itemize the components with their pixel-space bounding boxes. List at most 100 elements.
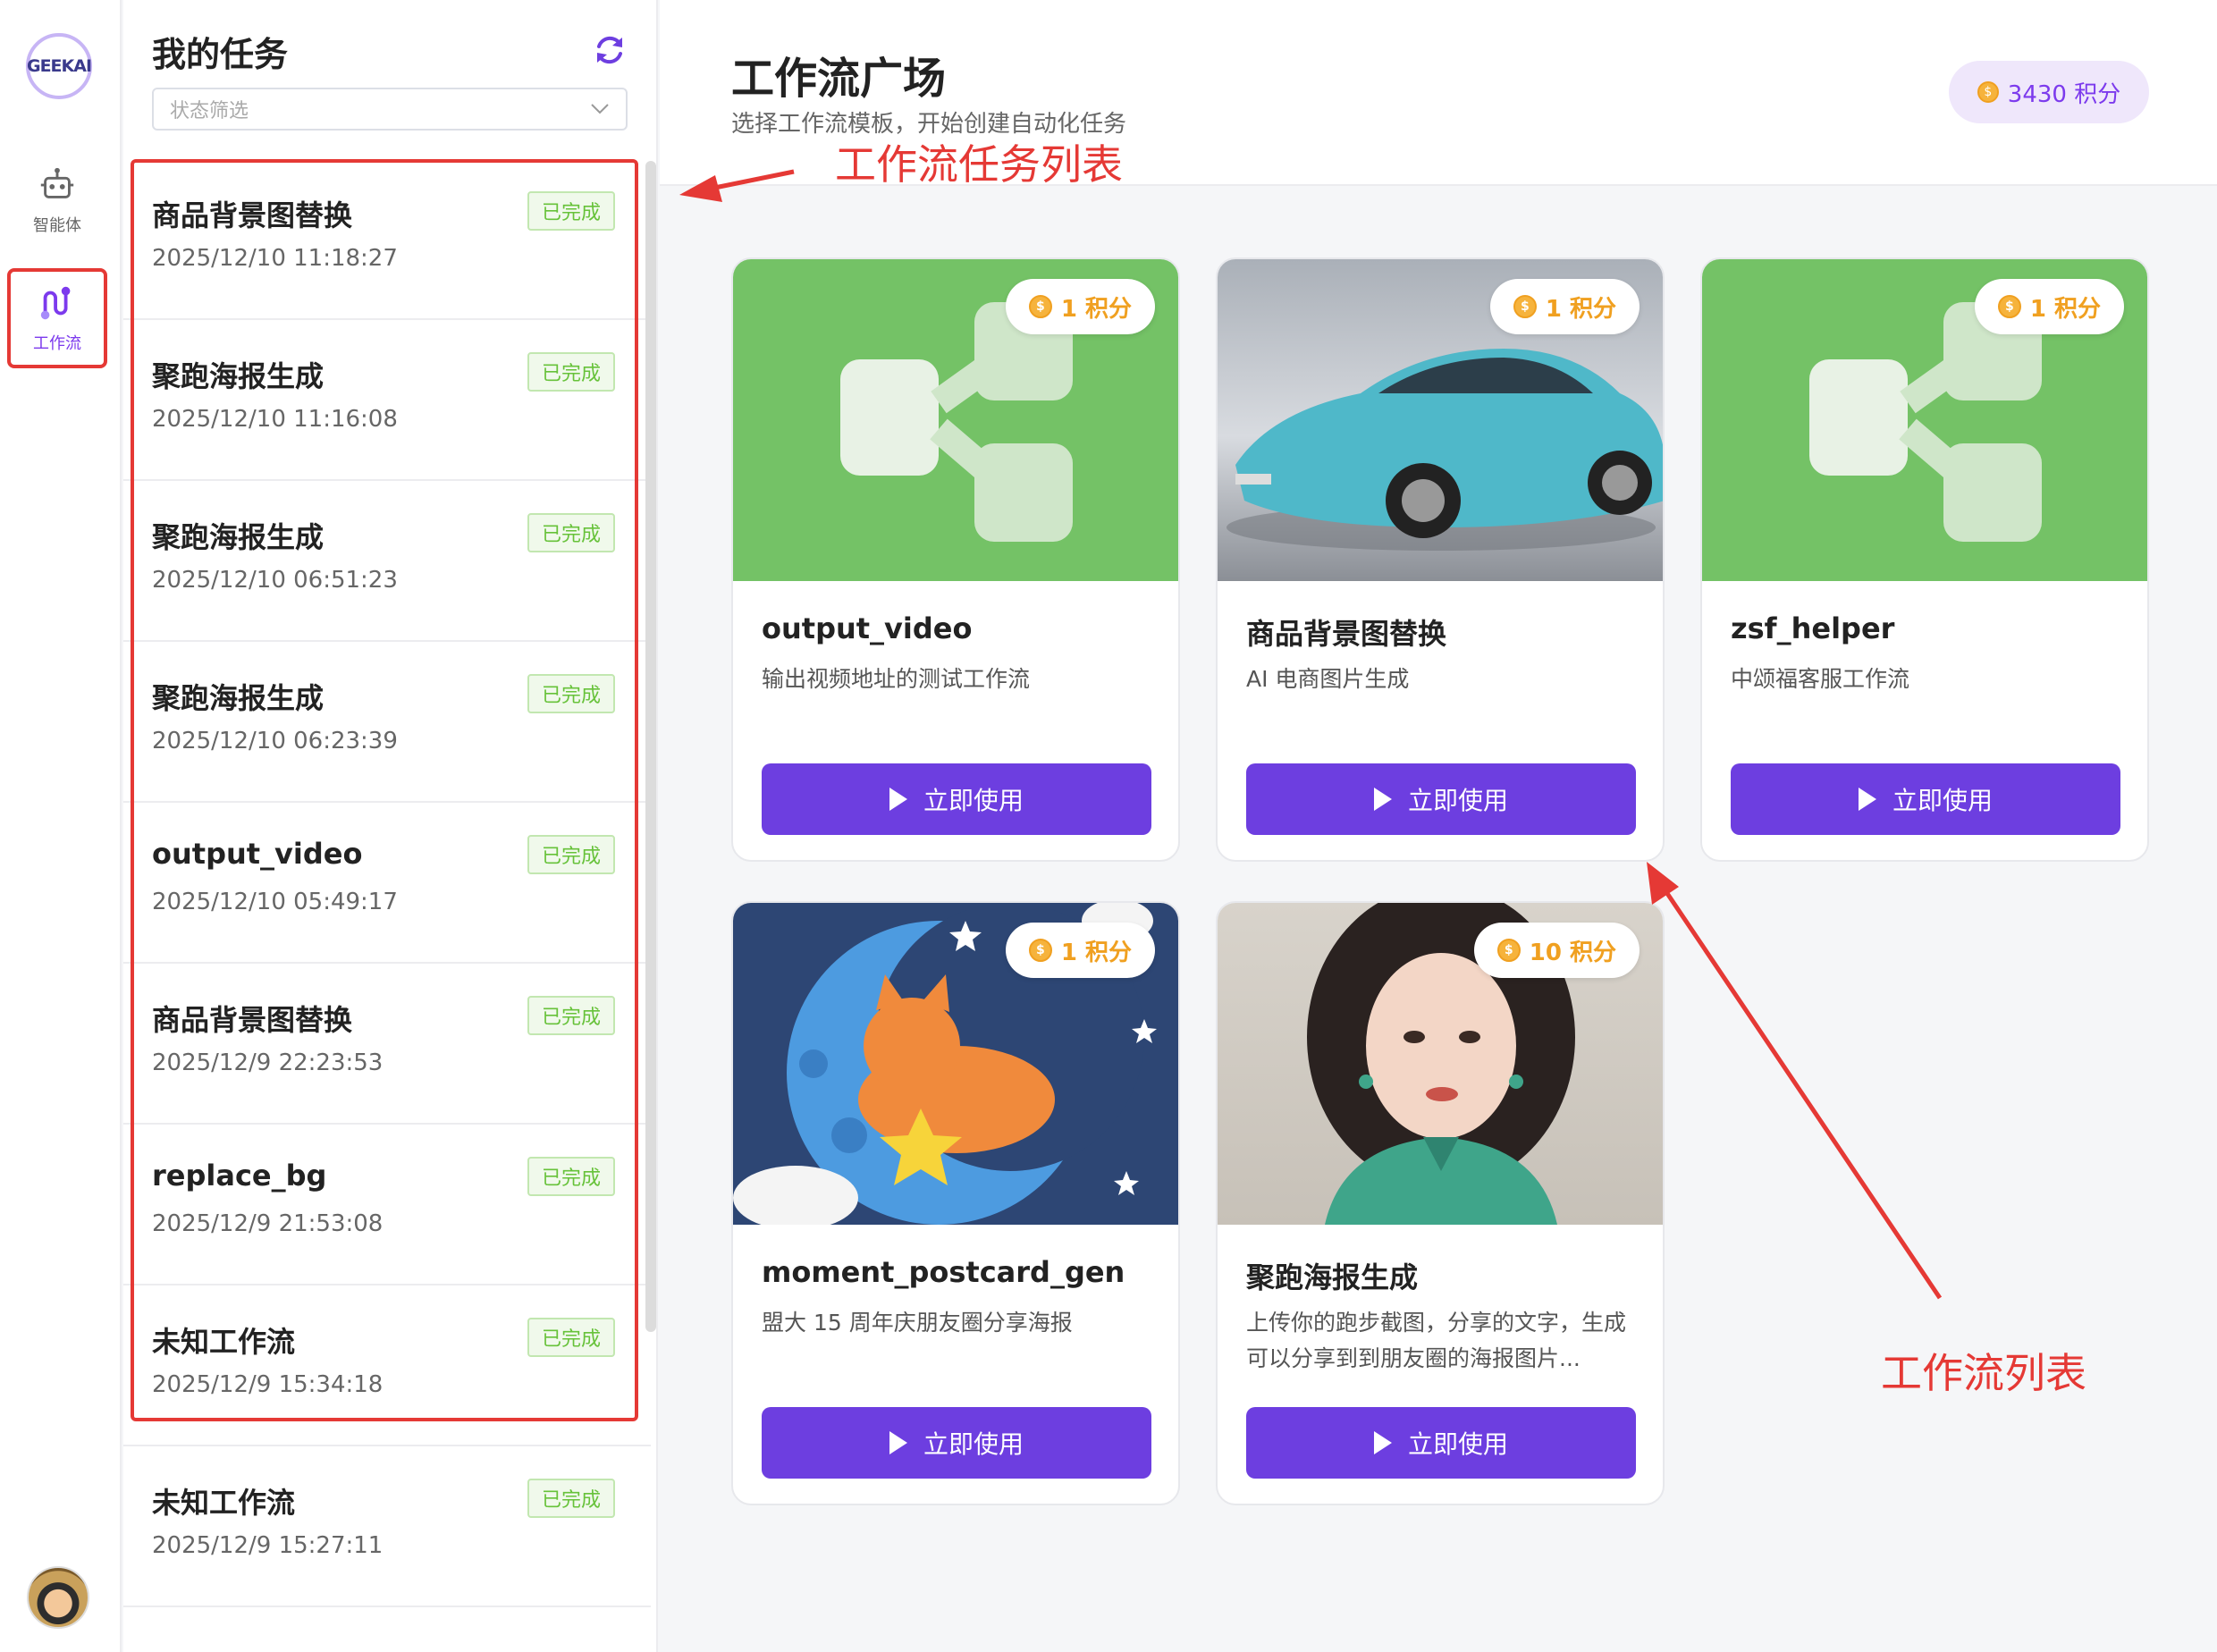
task-item[interactable]: output_video 2025/12/10 05:49:17 已完成	[123, 803, 651, 964]
task-list: 商品背景图替换 2025/12/10 11:18:27 已完成 聚跑海报生成 2025…	[123, 159, 651, 1607]
rail-item-agent[interactable]: 智能体	[7, 150, 107, 250]
use-now-label: 立即使用	[1407, 786, 1508, 815]
task-item[interactable]: 未知工作流 2025/12/9 15:27:11 已完成	[123, 1446, 651, 1607]
play-icon	[1373, 1431, 1392, 1454]
card-image: $1 积分	[733, 259, 1178, 581]
card-desc: 上传你的跑步截图，分享的文字，生成可以分享到到朋友圈的海报图片...	[1246, 1310, 1627, 1371]
task-name: 聚跑海报生成	[152, 681, 325, 715]
card-price: 1 积分	[1060, 295, 1132, 323]
rail-item-agent-label: 智能体	[33, 216, 81, 235]
use-now-label: 立即使用	[1407, 1429, 1508, 1459]
card-desc: 输出视频地址的测试工作流	[762, 666, 1031, 692]
status-badge: 已完成	[527, 352, 616, 392]
workflow-card[interactable]: $1 积分 商品背景图替换 AI 电商图片生成 立即使用	[1216, 257, 1665, 862]
task-time: 2025/12/9 15:27:11	[152, 1532, 384, 1559]
task-time: 2025/12/10 06:51:23	[152, 567, 398, 594]
task-item[interactable]: 商品背景图替换 2025/12/9 22:23:53 已完成	[123, 964, 651, 1125]
rail-item-workflow-label: 工作流	[33, 334, 81, 353]
card-name: output_video	[762, 611, 973, 645]
status-badge: 已完成	[527, 674, 616, 713]
card-name: 商品背景图替换	[1246, 617, 1447, 651]
task-name: output_video	[152, 837, 363, 871]
card-price-badge: $1 积分	[1005, 279, 1155, 334]
card-image: $1 积分	[1702, 259, 2147, 581]
task-name: 未知工作流	[152, 1325, 296, 1359]
card-name: zsf_helper	[1731, 611, 1895, 645]
status-filter-placeholder: 状态筛选	[170, 100, 249, 122]
task-name: 商品背景图替换	[152, 198, 353, 232]
left-rail: GEEKAI 智能体 工作流	[0, 0, 122, 1652]
card-image: $10 积分	[1218, 903, 1663, 1225]
workflow-card[interactable]: $10 积分 聚跑海报生成 上传你的跑步截图，分享的文字，生成可以分享到到朋友圈…	[1216, 901, 1665, 1505]
page-title: 工作流广场	[731, 54, 947, 104]
task-list-scrollbar[interactable]	[645, 161, 656, 1332]
card-desc: AI 电商图片生成	[1246, 666, 1410, 692]
status-badge: 已完成	[527, 191, 616, 231]
task-name: 商品背景图替换	[152, 1003, 353, 1037]
use-now-button[interactable]: 立即使用	[1246, 1407, 1636, 1479]
task-time: 2025/12/10 05:49:17	[152, 889, 398, 915]
card-price-badge: $1 积分	[1974, 279, 2124, 334]
use-now-button[interactable]: 立即使用	[1731, 763, 2120, 835]
workflow-card[interactable]: $1 积分 output_video 输出视频地址的测试工作流 立即使用	[731, 257, 1180, 862]
status-badge: 已完成	[527, 835, 616, 874]
points-value: 3430 积分	[2007, 80, 2121, 108]
task-name: 聚跑海报生成	[152, 520, 325, 554]
status-filter-select[interactable]: 状态筛选	[152, 88, 628, 131]
card-name: moment_postcard_gen	[762, 1255, 1125, 1289]
card-price-badge: $10 积分	[1473, 923, 1640, 978]
task-item[interactable]: 未知工作流 2025/12/9 15:34:18 已完成	[123, 1285, 651, 1446]
play-icon	[889, 1431, 907, 1454]
task-item[interactable]: 商品背景图替换 2025/12/10 11:18:27 已完成	[123, 159, 651, 320]
task-panel-title: 我的任务	[152, 35, 289, 74]
user-avatar[interactable]	[27, 1566, 89, 1629]
use-now-button[interactable]: 立即使用	[762, 1407, 1151, 1479]
play-icon	[889, 788, 907, 811]
workflow-icon	[40, 286, 71, 320]
use-now-label: 立即使用	[1892, 786, 1993, 815]
rail-item-workflow[interactable]: 工作流	[7, 268, 107, 368]
task-name: replace_bg	[152, 1159, 327, 1193]
logo-ring: GEEKAI	[26, 33, 92, 99]
coin-icon: $	[1513, 295, 1537, 318]
app-logo[interactable]: GEEKAI	[18, 30, 100, 102]
coin-icon: $	[1028, 295, 1052, 318]
task-time: 2025/12/10 11:16:08	[152, 406, 398, 433]
use-now-label: 立即使用	[923, 1429, 1024, 1459]
task-time: 2025/12/9 22:23:53	[152, 1049, 384, 1076]
status-badge: 已完成	[527, 1479, 616, 1518]
coin-icon: $	[1977, 81, 1999, 103]
robot-icon	[40, 167, 74, 198]
card-desc: 中颂福客服工作流	[1731, 666, 1910, 692]
status-badge: 已完成	[527, 1318, 616, 1357]
play-icon	[1373, 788, 1392, 811]
use-now-button[interactable]: 立即使用	[762, 763, 1151, 835]
use-now-button[interactable]: 立即使用	[1246, 763, 1636, 835]
task-item[interactable]: replace_bg 2025/12/9 21:53:08 已完成	[123, 1125, 651, 1285]
task-time: 2025/12/10 11:18:27	[152, 245, 398, 272]
use-now-label: 立即使用	[923, 786, 1024, 815]
coin-icon: $	[1997, 295, 2021, 318]
annotation-task-list: 工作流任务列表	[835, 140, 1123, 189]
task-time: 2025/12/9 15:34:18	[152, 1371, 384, 1398]
card-name: 聚跑海报生成	[1246, 1260, 1419, 1294]
card-image: $1 积分	[733, 903, 1178, 1230]
card-price: 1 积分	[1545, 295, 1616, 323]
annotation-workflow-list: 工作流列表	[1881, 1349, 2086, 1397]
task-item[interactable]: 聚跑海报生成 2025/12/10 11:16:08 已完成	[123, 320, 651, 481]
task-panel: 我的任务 状态筛选 商品背景图替换 2025/12/10 11:18:27 已完成 …	[123, 0, 658, 1652]
task-name: 未知工作流	[152, 1486, 296, 1520]
task-time: 2025/12/9 21:53:08	[152, 1210, 384, 1237]
points-balance[interactable]: $ 3430 积分	[1949, 61, 2149, 123]
workflow-card[interactable]: $1 积分 zsf_helper 中颂福客服工作流 立即使用	[1700, 257, 2149, 862]
task-item[interactable]: 聚跑海报生成 2025/12/10 06:51:23 已完成	[123, 481, 651, 642]
status-badge: 已完成	[527, 1157, 616, 1196]
workflow-card[interactable]: $1 积分 moment_postcard_gen 盟大 15 周年庆朋友圈分享…	[731, 901, 1180, 1505]
task-item[interactable]: 聚跑海报生成 2025/12/10 06:23:39 已完成	[123, 642, 651, 803]
refresh-icon[interactable]	[592, 32, 628, 68]
coin-icon: $	[1028, 939, 1052, 962]
card-price: 1 积分	[2029, 295, 2101, 323]
card-price: 10 积分	[1529, 939, 1616, 966]
logo-text: GEEKAI	[26, 56, 92, 76]
card-price-badge: $1 积分	[1489, 279, 1640, 334]
